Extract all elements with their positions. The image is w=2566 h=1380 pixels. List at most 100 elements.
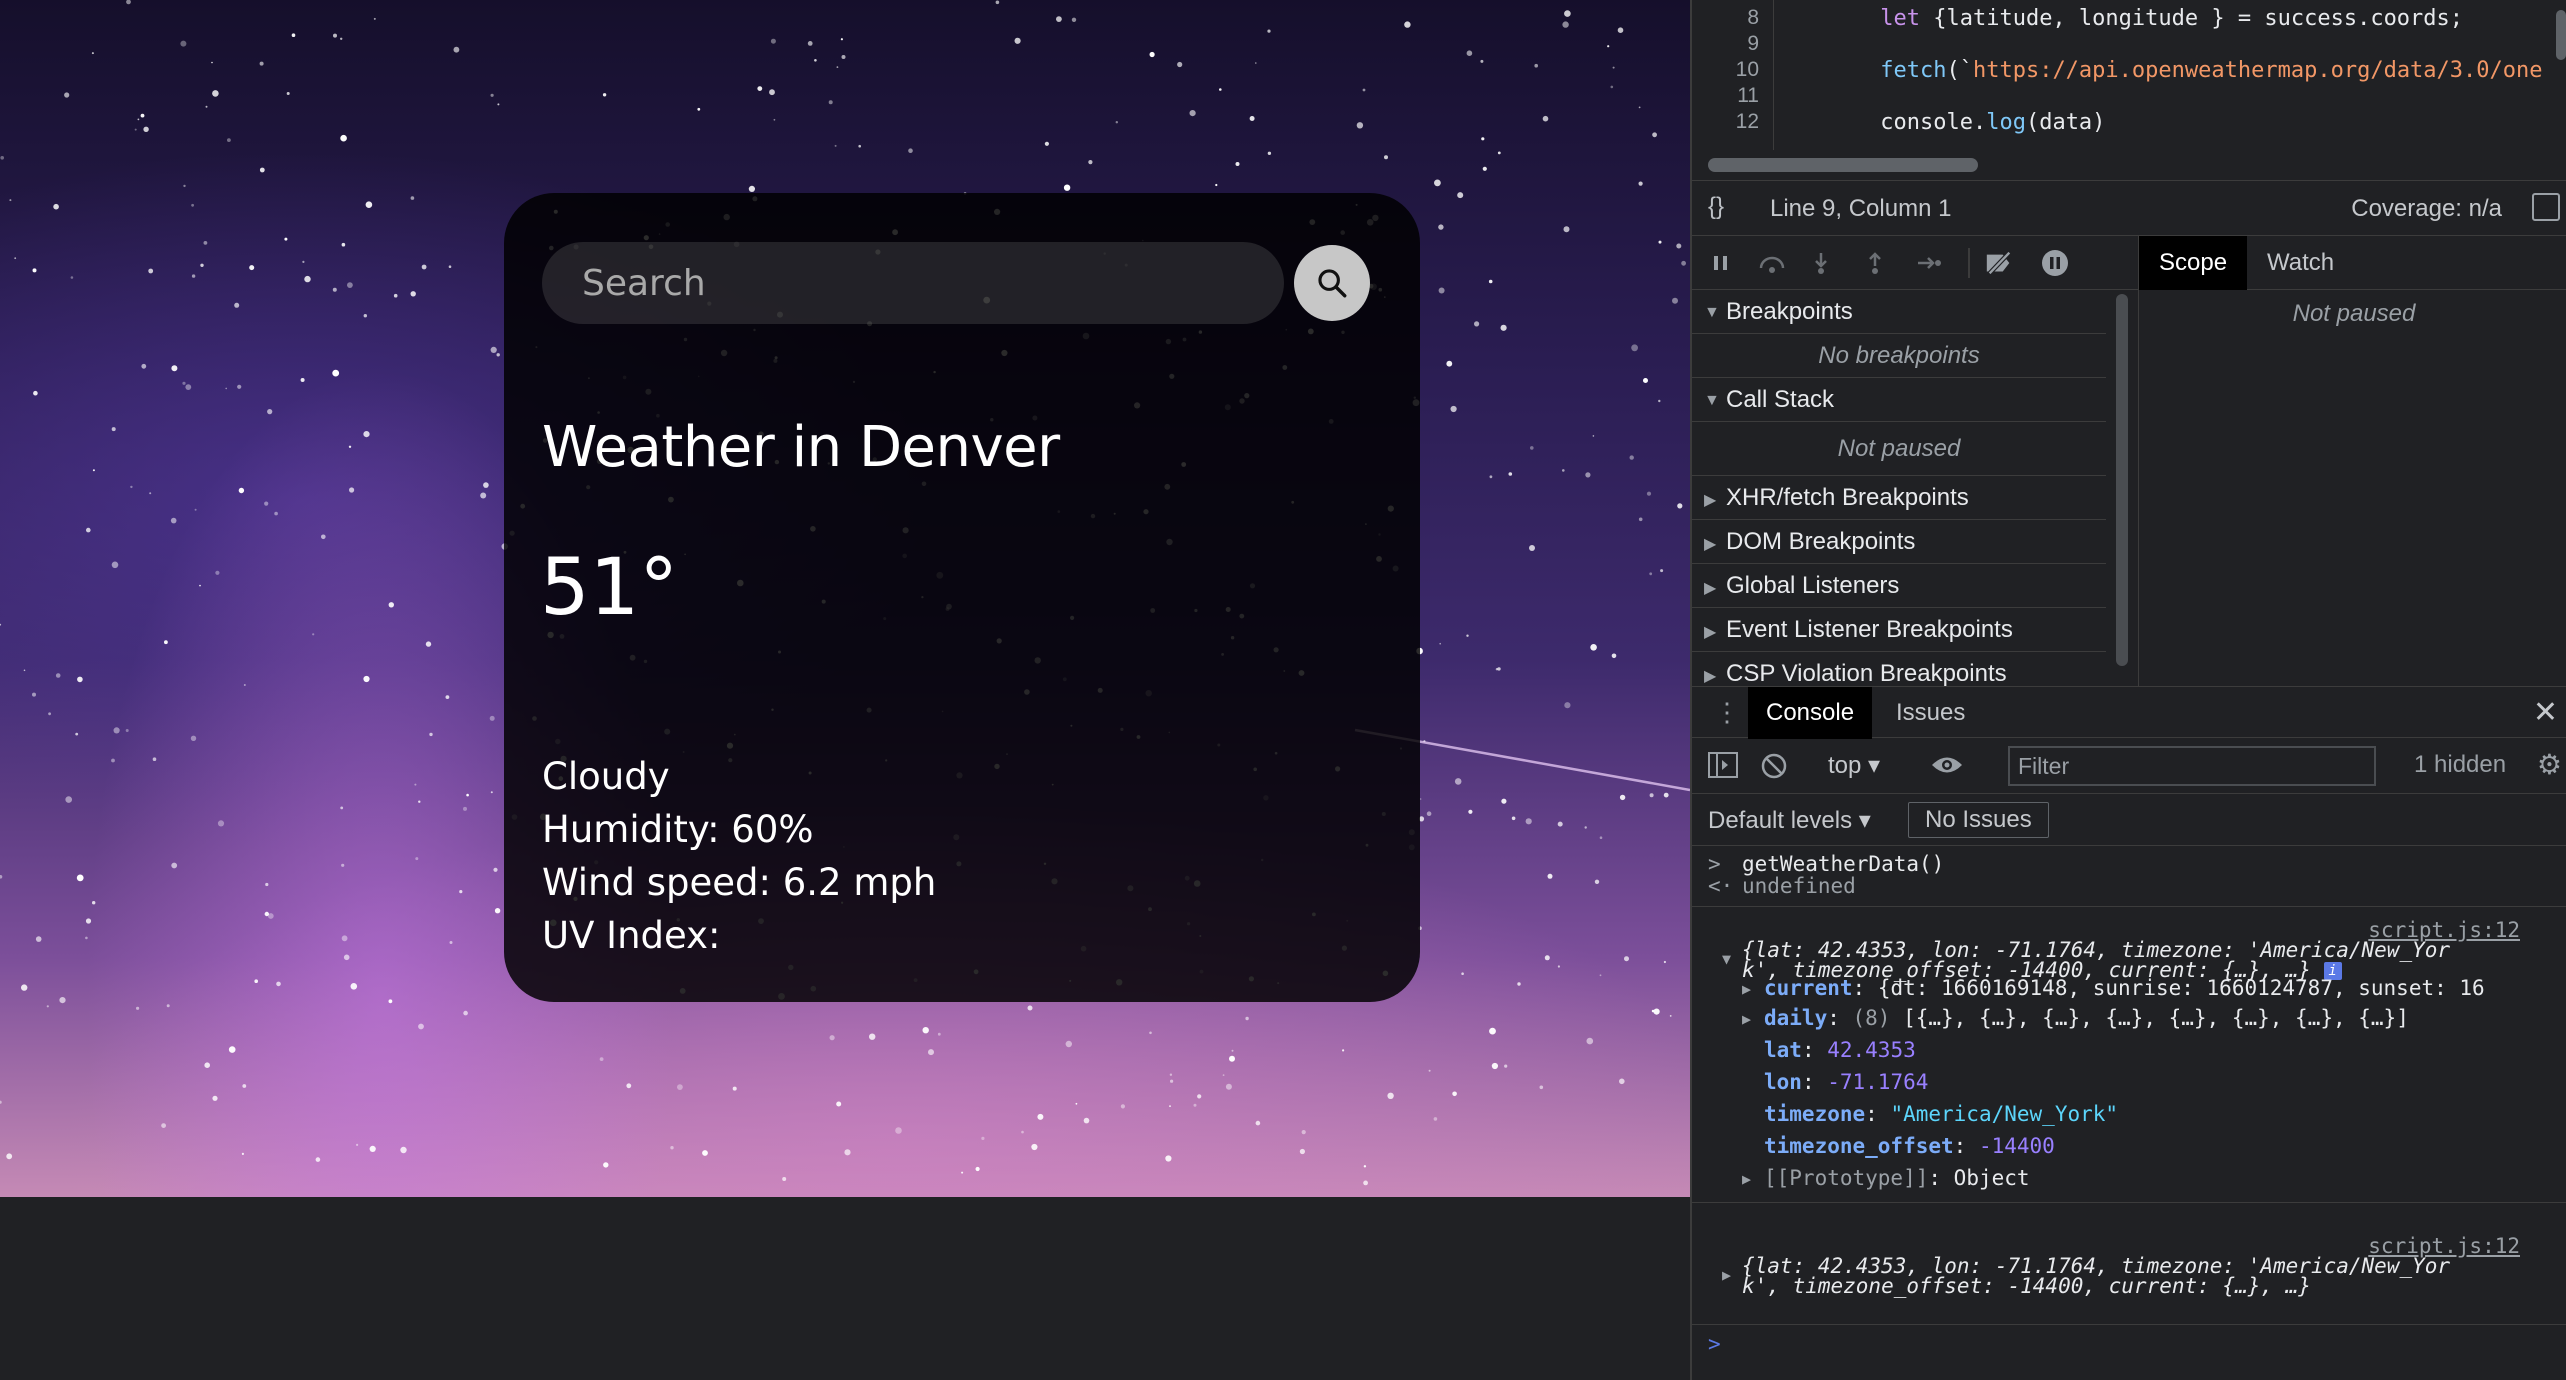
star [844,1149,851,1156]
star [1672,297,1678,304]
sidebar-toggle-icon[interactable] [1708,752,1738,785]
tab-issues[interactable]: Issues [1878,687,1983,739]
star [134,128,137,131]
console-messages[interactable]: > getWeatherData() <· undefined script.j… [1692,846,2566,1380]
console-settings-gear-icon[interactable]: ⚙ [2537,748,2562,781]
clear-console-icon[interactable] [1760,752,1788,787]
section-global-listeners[interactable]: ▶ Global Listeners [1692,564,2106,608]
star [1607,45,1610,48]
star [981,1136,985,1140]
section-breakpoints[interactable]: ▼ Breakpoints [1692,290,2106,334]
tab-watch[interactable]: Watch [2247,236,2354,290]
close-drawer-icon[interactable]: ✕ [2533,695,2558,730]
star [1450,405,1457,413]
hidden-messages-count: 1 hidden [2414,751,2507,778]
humidity: Humidity: 60% [542,808,814,851]
star [1501,798,1507,804]
collapsed-triangle-icon[interactable]: ▶ [1742,980,1751,998]
star [1229,1055,1235,1062]
search-button[interactable] [1294,245,1370,321]
issues-button[interactable]: No Issues [1908,802,2049,838]
star [254,979,258,983]
star [1629,455,1634,460]
star [1446,360,1453,367]
source-editor[interactable]: 8 9 10 11 12 let {latitude, longitude } … [1692,0,2566,178]
editor-vertical-scrollbar[interactable] [2556,10,2566,60]
console-command[interactable]: getWeatherData() [1742,852,1944,876]
line-number[interactable]: 11 [1737,84,1759,108]
line-number[interactable]: 10 [1736,58,1759,82]
line-number[interactable]: 12 [1736,110,1759,134]
pause-on-exceptions-icon[interactable] [2040,248,2070,278]
section-csp-violation-breakpoints[interactable]: ▶ CSP Violation Breakpoints [1692,652,2106,686]
star [1466,634,1469,637]
star [1235,162,1240,166]
star [453,46,460,53]
star [180,40,187,47]
deactivate-breakpoints-icon[interactable] [1984,248,2014,278]
section-call-stack[interactable]: ▼ Call Stack [1692,378,2106,422]
star [200,263,204,267]
console-filter-input[interactable] [2008,746,2376,786]
star [203,241,208,245]
collapsed-triangle-icon[interactable]: ▶ [1742,1010,1751,1028]
pretty-print-button[interactable]: {} [1708,193,1724,221]
prop-prototype[interactable]: [[Prototype]]: Object [1764,1166,2030,1190]
star [14,257,17,260]
star [490,346,497,353]
star [496,353,500,357]
star [836,1101,842,1107]
star [1222,1074,1225,1076]
step-icon[interactable] [1914,248,1944,278]
star [1438,287,1445,294]
coverage-status[interactable]: Coverage: n/a [2351,195,2502,223]
star [343,954,350,961]
line-number[interactable]: 9 [1747,32,1759,56]
step-out-icon[interactable] [1860,248,1890,278]
star [1590,644,1597,651]
prop-current[interactable]: current: {dt: 1660169148, sunrise: 16601… [1764,976,2485,1000]
scrollbar-thumb[interactable] [1708,158,1978,172]
step-into-icon[interactable] [1806,248,1836,278]
section-dom-breakpoints[interactable]: ▶ DOM Breakpoints [1692,520,2106,564]
star [1428,1069,1431,1072]
prop-daily[interactable]: daily: (8) [{…}, {…}, {…}, {…}, {…}, {…}… [1764,1006,2409,1030]
live-expression-eye-icon[interactable] [1930,754,1964,783]
line-number[interactable]: 8 [1747,6,1759,30]
star [1663,960,1666,964]
star [46,1005,49,1008]
tab-console[interactable]: Console [1748,687,1873,739]
star [1564,10,1571,17]
more-tools-icon[interactable]: ⋮ [1714,697,1740,728]
star [1643,378,1648,383]
tab-scope[interactable]: Scope [2139,236,2248,290]
editor-horizontal-scrollbar[interactable] [1700,156,2560,174]
star [603,1162,609,1168]
section-event-listener-breakpoints[interactable]: ▶ Event Listener Breakpoints [1692,608,2106,652]
context-select[interactable]: top ▾ [1828,751,1880,780]
collapsed-triangle-icon[interactable]: ▶ [1742,1170,1751,1188]
star [340,37,343,40]
sections-scrollbar[interactable] [2116,294,2128,666]
section-label: CSP Violation Breakpoints [1726,660,2007,686]
section-label: Call Stack [1726,386,1835,413]
star [448,265,452,269]
star [149,492,152,495]
toggle-sidebar-icon[interactable] [2532,193,2560,221]
star [841,55,846,59]
debugger-sections: ▼ Breakpoints No breakpoints ▼ Call Stac… [1692,290,2112,686]
log-levels-dropdown[interactable]: Default levels ▾ [1708,806,1871,835]
star [363,314,367,318]
section-xhr-breakpoints[interactable]: ▶ XHR/fetch Breakpoints [1692,476,2106,520]
star [1617,27,1624,33]
pause-icon[interactable] [1706,248,1736,278]
star [205,105,208,108]
collapsed-triangle-icon[interactable]: ▶ [1722,1266,1731,1284]
star [1488,279,1493,284]
star [259,167,265,173]
star [243,684,246,686]
step-over-icon[interactable] [1758,248,1788,278]
object-summary[interactable]: k', timezone_offset: -14400, current: {…… [1742,1274,2311,1298]
search-input[interactable] [542,242,1284,324]
expanded-triangle-icon[interactable]: ▼ [1722,950,1731,968]
